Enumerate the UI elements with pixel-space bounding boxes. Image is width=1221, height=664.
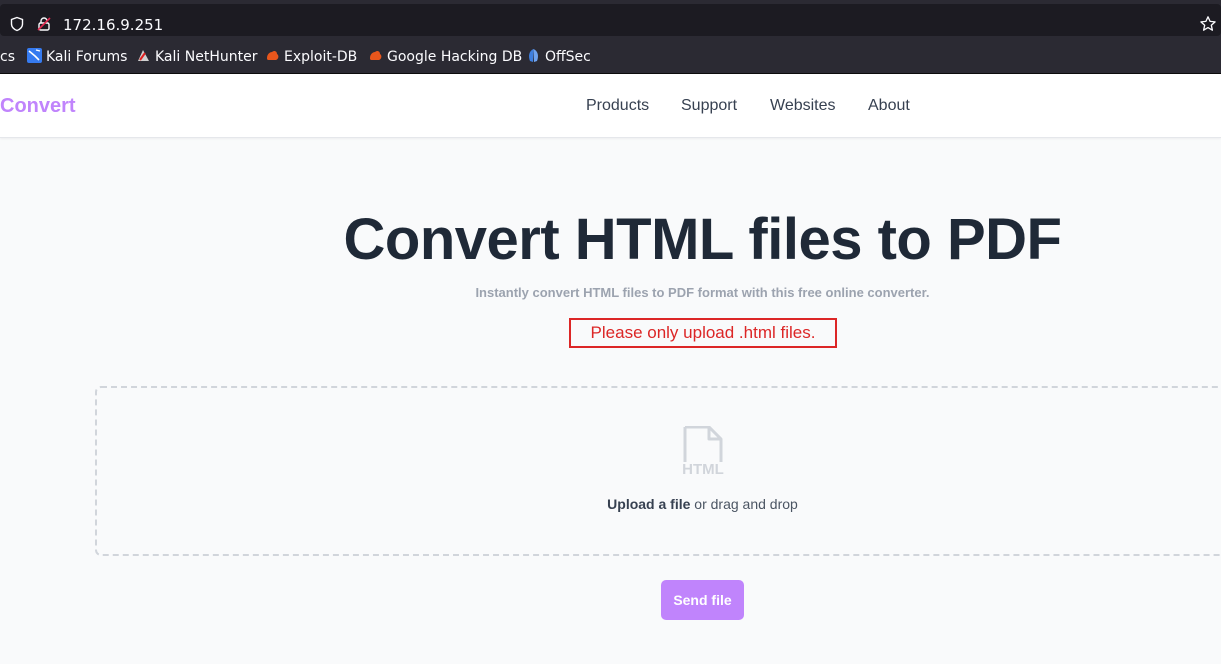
- site-header: Convert Products Support Websites About: [0, 74, 1221, 138]
- nav-about[interactable]: About: [868, 96, 910, 116]
- insecure-lock-icon[interactable]: [36, 16, 52, 32]
- nav-websites[interactable]: Websites: [770, 96, 836, 116]
- bookmark-kali-docs[interactable]: cs: [0, 48, 15, 66]
- bookmark-ghdb[interactable]: Google Hacking DB: [368, 48, 522, 66]
- upload-file-link[interactable]: Upload a file: [607, 496, 690, 512]
- site-logo[interactable]: Convert: [0, 94, 76, 118]
- nav-products[interactable]: Products: [586, 96, 649, 116]
- file-dropzone[interactable]: [95, 386, 1221, 556]
- tracking-shield-icon[interactable]: [9, 16, 25, 32]
- error-alert: Please only upload .html files.: [569, 318, 837, 348]
- kali-forums-icon: [27, 48, 42, 63]
- nav-support[interactable]: Support: [681, 96, 737, 116]
- page-subtitle: Instantly convert HTML files to PDF form…: [475, 285, 930, 300]
- bookmarks-toolbar: cs Kali Forums Kali NetHunter Exploit-DB…: [0, 40, 1221, 74]
- bookmark-offsec[interactable]: OffSec: [526, 48, 591, 66]
- html-file-icon: HTML: [682, 426, 724, 478]
- bookmark-star-icon[interactable]: [1199, 15, 1217, 33]
- browser-toolbar: 172.16.9.251: [0, 0, 1221, 40]
- url-text[interactable]: 172.16.9.251: [63, 16, 163, 34]
- ghdb-icon: [370, 50, 382, 60]
- drag-drop-text: or drag and drop: [690, 496, 798, 512]
- bookmark-kali-forums[interactable]: Kali Forums: [27, 48, 127, 66]
- bookmark-exploit-db[interactable]: Exploit-DB: [265, 48, 357, 66]
- bookmark-kali-nethunter[interactable]: Kali NetHunter: [136, 48, 257, 66]
- kali-nethunter-icon: [138, 50, 149, 61]
- exploit-db-icon: [267, 50, 279, 60]
- upload-instructions: Upload a file or drag and drop: [0, 495, 1221, 513]
- offsec-icon: [529, 49, 538, 62]
- file-icon-label: HTML: [682, 461, 724, 478]
- send-file-button[interactable]: Send file: [661, 580, 744, 620]
- page-title: Convert HTML files to PDF: [343, 207, 1062, 272]
- address-bar[interactable]: 172.16.9.251: [0, 4, 1221, 36]
